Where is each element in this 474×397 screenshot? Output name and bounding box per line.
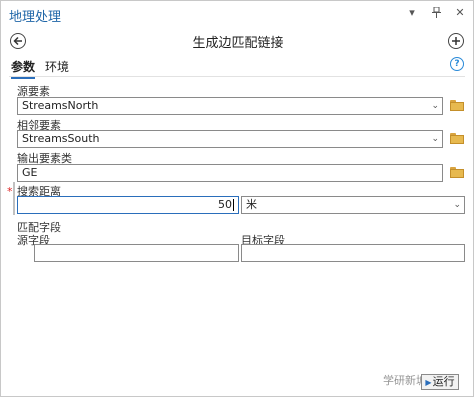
- titlebar-controls: ▾ ✕: [407, 6, 465, 19]
- required-marker: *: [7, 185, 13, 198]
- divider: [9, 76, 465, 77]
- required-bar: [13, 182, 15, 215]
- adjacent-features-select[interactable]: StreamsSouth ⌄: [17, 130, 443, 148]
- chevron-down-icon: ⌄: [453, 200, 461, 210]
- run-button[interactable]: ▶运行: [421, 374, 459, 390]
- search-distance-input[interactable]: 50: [17, 196, 239, 214]
- add-button[interactable]: [448, 33, 464, 49]
- geoprocessing-pane: 地理处理 ▾ ✕ 生成边匹配链接 参数 环境 ? 源要素 StreamsNort…: [0, 0, 474, 397]
- text-caret: [233, 199, 234, 211]
- pane-titlebar: 地理处理 ▾ ✕: [1, 1, 473, 27]
- distance-unit-value: 米: [246, 198, 257, 211]
- play-icon: ▶: [425, 378, 432, 387]
- tool-title: 生成边匹配链接: [192, 36, 284, 51]
- target-field-input[interactable]: [241, 244, 465, 262]
- adjacent-features-value: StreamsSouth: [22, 132, 100, 145]
- search-distance-value: 50: [218, 198, 232, 211]
- distance-unit-select[interactable]: 米 ⌄: [241, 196, 465, 214]
- browse-folder-icon[interactable]: [450, 133, 464, 144]
- source-features-value: StreamsNorth: [22, 99, 99, 112]
- browse-folder-icon[interactable]: [450, 100, 464, 111]
- browse-folder-icon[interactable]: [450, 167, 464, 178]
- chevron-down-icon[interactable]: ▾: [407, 7, 417, 19]
- plus-icon: [452, 37, 460, 45]
- help-icon[interactable]: ?: [450, 57, 464, 71]
- output-features-input[interactable]: GE: [17, 164, 443, 182]
- close-icon[interactable]: ✕: [455, 7, 465, 19]
- source-features-select[interactable]: StreamsNorth ⌄: [17, 97, 443, 115]
- chevron-down-icon: ⌄: [431, 101, 439, 111]
- pane-title: 地理处理: [9, 10, 62, 25]
- chevron-down-icon: ⌄: [431, 134, 439, 144]
- output-features-value: GE: [22, 166, 38, 179]
- run-button-label: 运行: [432, 375, 455, 388]
- source-field-input[interactable]: [34, 244, 239, 262]
- pin-icon[interactable]: [431, 6, 441, 19]
